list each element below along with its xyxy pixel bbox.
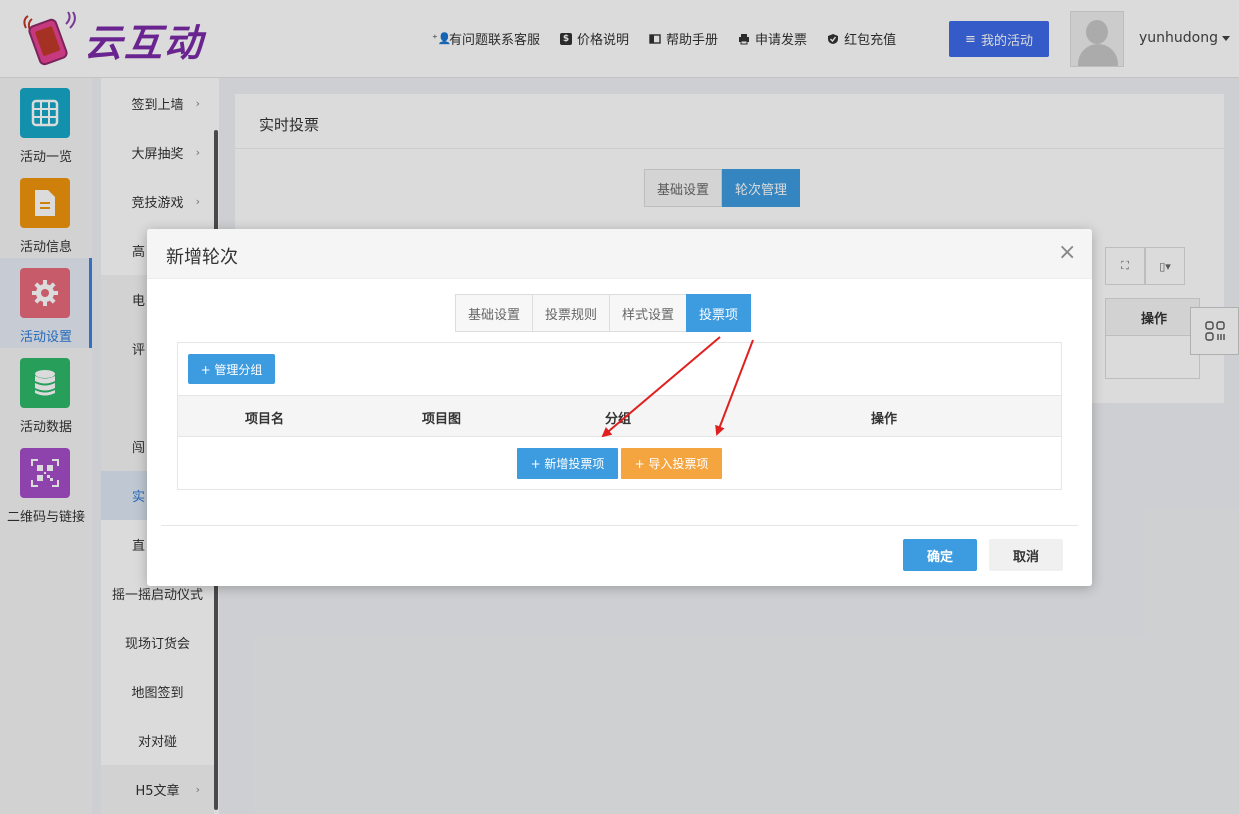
column-item-image: 项目图 [422,412,462,427]
table-header: 项目名 项目图 分组 操作 [178,395,1061,437]
modal-tabs: 基础设置 投票规则 样式设置 投票项 [455,294,752,332]
add-vote-item-button[interactable]: + 新增投票项 [517,448,618,479]
tab-vote-rules[interactable]: 投票规则 [532,294,611,332]
divider [161,525,1078,526]
modal-title: 新增轮次 [166,247,238,268]
vote-items-table: + 管理分组 项目名 项目图 分组 操作 + 新增投票项 + 导入投票项 [177,342,1062,490]
tab-basic-settings[interactable]: 基础设置 [455,294,534,332]
cancel-button[interactable]: 取消 [989,539,1063,571]
tab-style-settings[interactable]: 样式设置 [609,294,688,332]
import-vote-item-button[interactable]: + 导入投票项 [621,448,722,479]
column-actions: 操作 [871,412,898,427]
manage-group-button[interactable]: + 管理分组 [188,354,275,384]
confirm-button[interactable]: 确定 [903,539,977,571]
column-group: 分组 [605,412,632,427]
add-round-modal: 新增轮次 × 基础设置 投票规则 样式设置 投票项 + 管理分组 项目名 项目图… [147,229,1092,586]
close-icon[interactable]: × [1058,242,1076,264]
tab-vote-items[interactable]: 投票项 [686,294,752,332]
modal-header: 新增轮次 × [147,229,1092,279]
column-item-name: 项目名 [245,412,285,427]
